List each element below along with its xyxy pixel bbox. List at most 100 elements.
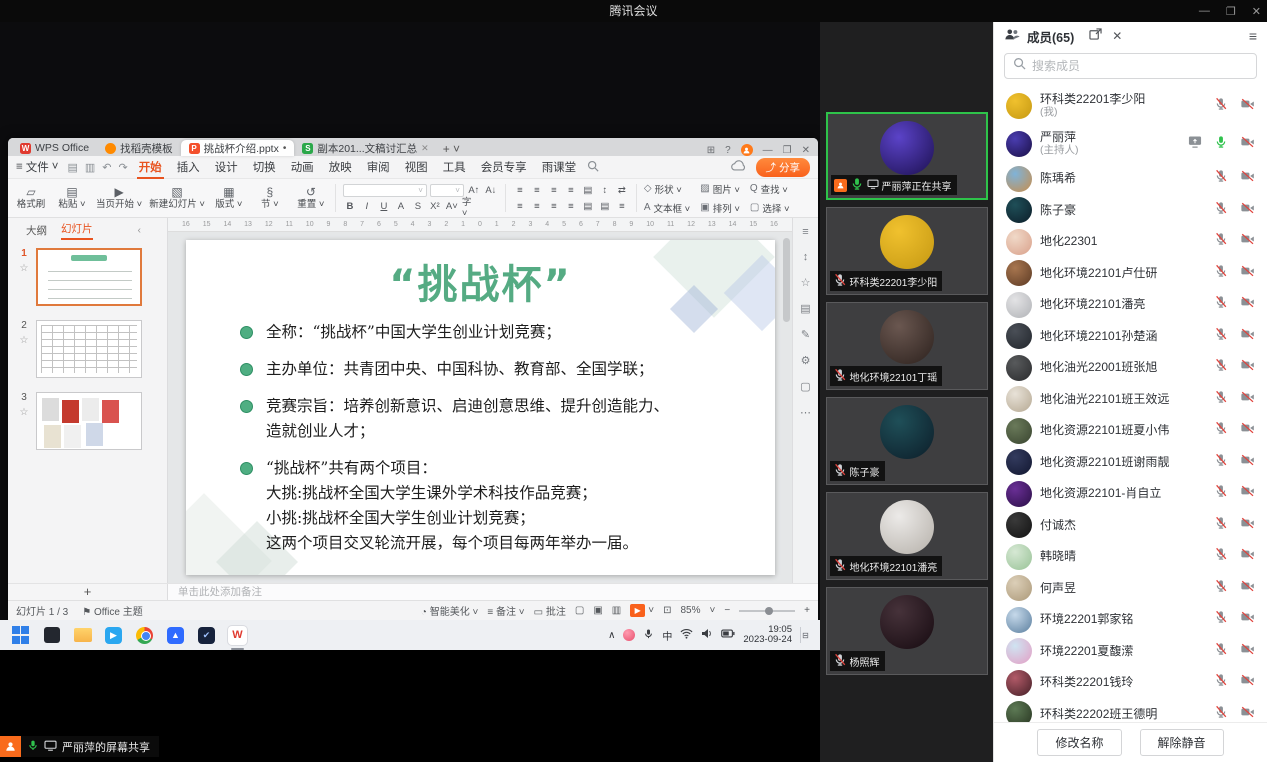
member-row[interactable]: 环科类22201钱玲 (994, 667, 1267, 699)
fit-window-icon[interactable]: ⊡ (663, 605, 671, 616)
wps-home-tab[interactable]: WWPS Office (12, 140, 97, 156)
file-menu[interactable]: ≡ 文件 ˅ (16, 159, 58, 175)
panel-menu-icon[interactable]: ≡ (1249, 28, 1257, 44)
slide-thumbnail-2[interactable]: 2☆ (8, 320, 167, 378)
menu-工具[interactable]: 工具 (441, 159, 468, 175)
rail-icon-3[interactable]: ▤ (800, 302, 810, 315)
rail-icon-0[interactable]: ≡ (802, 226, 808, 238)
docs-app-icon[interactable]: ▲ (165, 625, 186, 646)
member-search[interactable] (1004, 53, 1257, 79)
document-tab-active[interactable]: P挑战杯介绍.pptx• (181, 140, 295, 156)
wps-restore-icon[interactable]: ❐ (783, 145, 792, 156)
menu-切换[interactable]: 切换 (251, 159, 278, 175)
slide-thumbnail-1[interactable]: 1☆ (8, 248, 167, 306)
video-tile[interactable]: 陈子豪 (826, 397, 988, 485)
toolbar-粘贴[interactable]: ▤粘贴 ˅ (55, 186, 89, 210)
battery-icon[interactable] (721, 629, 735, 641)
menu-开始[interactable]: 开始 (137, 159, 164, 175)
align-icon-6[interactable]: ≡ (615, 200, 629, 213)
tray-expand-icon[interactable]: ∧ (608, 630, 615, 641)
zoom-level[interactable]: 85% (680, 605, 700, 616)
member-row[interactable]: 地化资源22101班夏小伟 (994, 415, 1267, 447)
popout-panel-icon[interactable] (1089, 27, 1102, 45)
list-format-icon-5[interactable]: ↕ (598, 184, 612, 197)
member-row[interactable]: 地化油光22001班张旭 (994, 352, 1267, 384)
start-button[interactable] (10, 625, 31, 646)
menu-视图[interactable]: 视图 (403, 159, 430, 175)
collapse-panel-icon[interactable]: ‹ (138, 224, 150, 236)
star-icon[interactable]: ☆ (20, 407, 29, 418)
list-format-icon-4[interactable]: ▤ (581, 184, 595, 197)
rail-icon-2[interactable]: ☆ (801, 276, 811, 289)
toolbar-版式[interactable]: ▦版式 ˅ (212, 186, 246, 210)
toolbar-格式刷[interactable]: ▱格式刷 (14, 186, 48, 210)
minimize-icon[interactable]: — (1199, 5, 1210, 17)
notification-icon[interactable]: ⊟ (800, 627, 810, 643)
member-row[interactable]: 环科类22202班王德明 (994, 699, 1267, 723)
menu-插入[interactable]: 插入 (175, 159, 202, 175)
align-icon-4[interactable]: ▤ (581, 200, 595, 213)
member-row[interactable]: 韩晓晴 (994, 541, 1267, 573)
view-read-icon[interactable]: ▥ (612, 605, 621, 616)
zoom-in-button[interactable]: + (804, 605, 810, 616)
toolbar-排列[interactable]: ▣排列 ˅ (700, 201, 740, 215)
cloud-sync-icon[interactable] (731, 160, 747, 174)
slides-tab[interactable]: 幻灯片 (61, 221, 93, 240)
format-S[interactable]: S (411, 200, 425, 213)
outline-tab[interactable]: 大纲 (26, 223, 47, 238)
member-row[interactable]: 地化环境22101卢仕研 (994, 258, 1267, 290)
video-tile[interactable]: 地化环境22101潘亮 (826, 492, 988, 580)
toolbar-重置[interactable]: ↺重置 ˅ (294, 186, 328, 210)
video-tile[interactable]: 杨照辉 (826, 587, 988, 675)
font-size-select[interactable]: ˅ (430, 184, 464, 197)
wps-help-icon[interactable]: ? (725, 145, 731, 156)
star-icon[interactable]: ☆ (20, 335, 29, 346)
toolbar-形状[interactable]: ◇形状 ˅ (644, 182, 690, 196)
format-color-A[interactable]: A˅ (445, 200, 459, 213)
list-format-icon-6[interactable]: ⇄ (615, 184, 629, 197)
menu-会员专享[interactable]: 会员专享 (479, 159, 529, 175)
list-format-icon-1[interactable]: ≡ (530, 184, 544, 197)
screen-share-badge[interactable]: 严丽萍的屏幕共享 (0, 736, 159, 757)
quick-access-icons[interactable]: ▤▥↶↷ (67, 161, 127, 174)
align-icon-2[interactable]: ≡ (547, 200, 561, 213)
share-document-button[interactable]: ⤴ 分享 (756, 158, 811, 177)
theme-name[interactable]: ⚑ Office 主题 (82, 603, 142, 618)
tab-close-icon[interactable]: ✕ (421, 143, 429, 154)
menu-设计[interactable]: 设计 (213, 159, 240, 175)
wps-apps-icon[interactable]: ⊞ (707, 145, 715, 156)
wps-minimize-icon[interactable]: — (763, 145, 773, 156)
format-color-字[interactable]: 字˅ (462, 200, 476, 213)
slide-thumbnail-3[interactable]: 3☆ (8, 392, 167, 450)
volume-icon[interactable] (701, 628, 713, 642)
unmute-button[interactable]: 解除静音 (1140, 729, 1224, 756)
align-icon-3[interactable]: ≡ (564, 200, 578, 213)
member-row[interactable]: 地化油光22101班王效远 (994, 384, 1267, 416)
menu-审阅[interactable]: 审阅 (365, 159, 392, 175)
zoom-slider[interactable] (739, 610, 795, 612)
list-format-icon-3[interactable]: ≡ (564, 184, 578, 197)
rail-icon-1[interactable]: ↕ (803, 251, 809, 263)
rail-icon-5[interactable]: ⚙ (801, 354, 811, 367)
rename-button[interactable]: 修改名称 (1037, 729, 1121, 756)
toolbar-新建幻灯片[interactable]: ▧新建幻灯片 ˅ (149, 186, 205, 210)
notes-placeholder[interactable]: 单击此处添加备注 (168, 584, 818, 600)
wps-close-icon[interactable]: ✕ (802, 145, 810, 156)
align-icon-1[interactable]: ≡ (530, 200, 544, 213)
format-A[interactable]: A (394, 200, 408, 213)
close-icon[interactable]: ✕ (1252, 5, 1261, 18)
format-X²[interactable]: X² (428, 200, 442, 213)
chrome-icon[interactable] (134, 625, 155, 646)
view-normal-icon[interactable]: ▢ (575, 605, 584, 616)
wps-account-avatar[interactable] (741, 144, 753, 156)
search-input[interactable] (1032, 59, 1248, 73)
wps-taskbar-icon[interactable]: W (227, 625, 248, 646)
document-scrollbar[interactable] (783, 238, 790, 572)
video-tile[interactable]: 环科类22201李少阳 (826, 207, 988, 295)
member-row[interactable]: 地化22301 (994, 226, 1267, 258)
font-family-select[interactable]: ˅ (343, 184, 427, 197)
toolbar-选择[interactable]: ▢选择 ˅ (750, 201, 790, 215)
align-icon-5[interactable]: ▤ (598, 200, 612, 213)
add-slide-button[interactable]: + (8, 584, 168, 600)
member-row[interactable]: 付诚杰 (994, 510, 1267, 542)
